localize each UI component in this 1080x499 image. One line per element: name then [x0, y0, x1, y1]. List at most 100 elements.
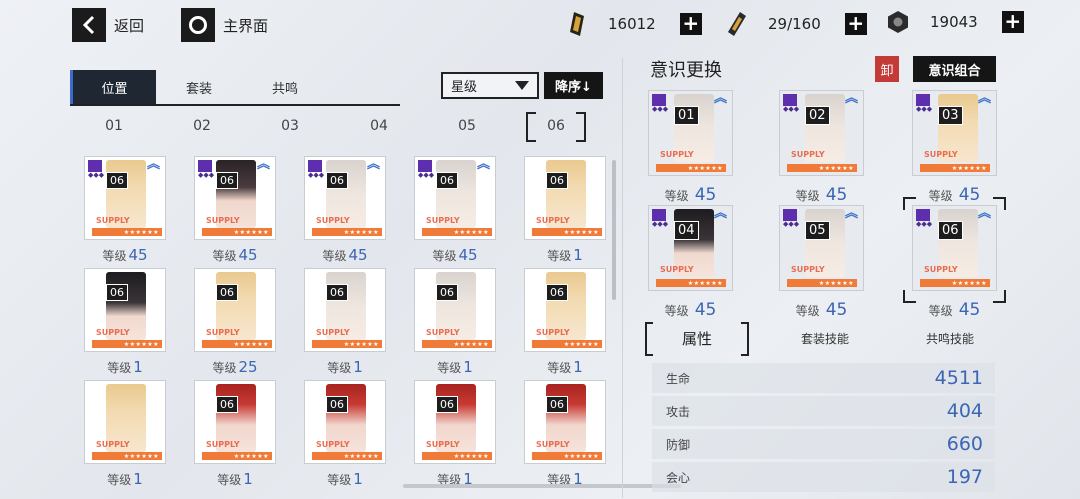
level-label: 等级 45	[84, 246, 166, 264]
tab-resonance[interactable]: 共鸣	[242, 70, 328, 104]
tab-resonance-skill[interactable]: 共鸣技能	[905, 322, 995, 354]
triangle-down-icon	[515, 81, 529, 90]
memory-card[interactable]: SUPPLY ★★★★★★ 等级 1	[84, 380, 166, 495]
column-06[interactable]: 06	[526, 112, 586, 142]
memory-card[interactable]: 06 SUPPLY ★★★★★★ 等级 1	[524, 156, 606, 271]
supply-text: SUPPLY	[791, 150, 825, 159]
memory-card[interactable]: ◆◆◆ ︽ 06 SUPPLY ★★★★★★ 等级 45	[194, 156, 276, 271]
column-02[interactable]: 02	[172, 118, 232, 134]
level-value: 45	[825, 300, 848, 320]
slot-frame: ◆◆◆ ︽ 04 SUPPLY ★★★★★★	[648, 205, 733, 291]
memory-card[interactable]: 06 SUPPLY ★★★★★★ 等级 1	[524, 380, 606, 495]
vertical-scrollbar[interactable]	[612, 160, 616, 300]
gold-bar-icon	[570, 12, 584, 36]
add-nut-button[interactable]: +	[1001, 11, 1024, 33]
supply-text: SUPPLY	[206, 216, 240, 225]
chevron-up-icon: ︽	[146, 157, 160, 172]
memory-card[interactable]: ◆◆◆ ︽ 06 SUPPLY ★★★★★★ 等级 45	[304, 156, 386, 271]
tab-position[interactable]: 位置	[70, 70, 156, 104]
chevron-up-icon: ︽	[476, 157, 490, 172]
memory-card-frame: ◆◆◆ ︽ 06 SUPPLY ★★★★★★	[84, 156, 166, 240]
level-prefix: 等级	[547, 361, 572, 375]
memory-card[interactable]: 06 SUPPLY ★★★★★★ 等级 1	[84, 268, 166, 383]
position-number: 06	[326, 172, 348, 189]
memory-card[interactable]: 06 SUPPLY ★★★★★★ 等级 1	[524, 268, 606, 383]
memory-card-frame: 06 SUPPLY ★★★★★★	[414, 268, 496, 352]
level-value: 25	[238, 358, 258, 376]
position-number: 06	[106, 172, 128, 189]
level-prefix: 等级	[327, 361, 352, 375]
equipped-slot[interactable]: ◆◆◆ ︽ 05 SUPPLY ★★★★★★ 等级 45	[779, 205, 864, 320]
memory-card[interactable]: 06 SUPPLY ★★★★★★ 等级 1	[304, 268, 386, 383]
star-stripe: ★★★★★★	[202, 452, 272, 460]
star-stripe: ★★★★★★	[312, 340, 382, 348]
back-button[interactable]: 返回	[72, 8, 144, 42]
memory-card[interactable]: 06 SUPPLY ★★★★★★ 等级 1	[414, 380, 496, 495]
diamond-icon: ◆◆◆	[418, 171, 435, 179]
supply-text: SUPPLY	[660, 150, 694, 159]
equipped-slot[interactable]: ◆◆◆ ︽ 02 SUPPLY ★★★★★★ 等级 45	[779, 90, 864, 205]
circle-icon	[181, 8, 215, 42]
memory-list-panel: 位置 套装 共鸣 星级 降序↓ 01 02 03 04 05 06 ◆◆◆ ︽ 06…	[70, 68, 615, 493]
horizontal-scrollbar[interactable]	[403, 484, 681, 488]
add-energy-button[interactable]: +	[844, 13, 867, 35]
equipped-slot[interactable]: ◆◆◆ ︽ 03 SUPPLY ★★★★★★ 等级 45	[912, 90, 997, 205]
supply-text: SUPPLY	[96, 328, 130, 337]
resource-nut: 19043 +	[886, 10, 1024, 34]
chevron-left-icon	[72, 8, 106, 42]
supply-text: SUPPLY	[660, 265, 694, 274]
level-label: 等级 45	[648, 185, 733, 205]
home-button[interactable]: 主界面	[181, 8, 268, 42]
column-03[interactable]: 03	[260, 118, 320, 134]
sort-select[interactable]: 星级	[441, 72, 539, 99]
tab-set-skill[interactable]: 套装技能	[780, 322, 870, 354]
filter-tabs: 位置 套装 共鸣	[70, 70, 400, 106]
tab-attributes[interactable]: 属性	[645, 322, 749, 356]
chevron-up-icon: ︽	[977, 206, 991, 221]
column-04[interactable]: 04	[349, 118, 409, 134]
stat-value: 660	[946, 433, 983, 455]
supply-text: SUPPLY	[536, 216, 570, 225]
column-05[interactable]: 05	[437, 118, 497, 134]
memory-card[interactable]: 06 SUPPLY ★★★★★★ 等级 1	[304, 380, 386, 495]
stat-name: 生命	[666, 371, 691, 386]
level-prefix: 等级	[217, 473, 242, 487]
supply-text: SUPPLY	[426, 328, 460, 337]
level-value: 45	[694, 300, 717, 320]
stat-name: 防御	[666, 437, 691, 452]
unload-button[interactable]: 卸	[875, 56, 899, 82]
sort-order-button[interactable]: 降序↓	[544, 72, 603, 99]
level-label: 等级 45	[779, 185, 864, 205]
memory-combo-button[interactable]: 意识组合	[913, 56, 996, 82]
memory-card[interactable]: 06 SUPPLY ★★★★★★ 等级 25	[194, 268, 276, 383]
add-gold-button[interactable]: +	[679, 13, 702, 35]
memory-card-frame: ◆◆◆ ︽ 06 SUPPLY ★★★★★★	[304, 156, 386, 240]
level-prefix: 等级	[437, 361, 462, 375]
resource-value: 29/160	[768, 15, 821, 33]
level-prefix: 等级	[102, 249, 127, 263]
memory-card[interactable]: 06 SUPPLY ★★★★★★ 等级 1	[414, 268, 496, 383]
diamond-icon: ◆◆◆	[88, 171, 105, 179]
level-value: 1	[353, 358, 363, 376]
star-stripe: ★★★★★★	[312, 452, 382, 460]
level-value: 45	[238, 246, 258, 264]
level-value: 1	[463, 358, 473, 376]
equipped-slot[interactable]: ◆◆◆ ︽ 01 SUPPLY ★★★★★★ 等级 45	[648, 90, 733, 205]
slot-frame: ◆◆◆ ︽ 02 SUPPLY ★★★★★★	[779, 90, 864, 176]
level-value: 45	[458, 246, 478, 264]
equipped-slot[interactable]: ◆◆◆ ︽ 06 SUPPLY ★★★★★★ 等级 45	[903, 197, 1006, 320]
memory-card-frame: 06 SUPPLY ★★★★★★	[304, 268, 386, 352]
tab-set[interactable]: 套装	[156, 70, 242, 104]
memory-card[interactable]: 06 SUPPLY ★★★★★★ 等级 1	[194, 380, 276, 495]
memory-card[interactable]: ◆◆◆ ︽ 06 SUPPLY ★★★★★★ 等级 45	[84, 156, 166, 271]
resource-value: 19043	[930, 13, 978, 31]
position-number: 06	[216, 172, 238, 189]
memory-card-frame: SUPPLY ★★★★★★	[84, 380, 166, 464]
equipped-slot[interactable]: ◆◆◆ ︽ 04 SUPPLY ★★★★★★ 等级 45	[648, 205, 733, 320]
detail-tabs: 属性 套装技能 共鸣技能	[645, 322, 995, 356]
sort-select-value: 星级	[451, 80, 478, 95]
column-01[interactable]: 01	[84, 118, 144, 134]
slot-frame: ◆◆◆ ︽ 03 SUPPLY ★★★★★★	[912, 90, 997, 176]
memory-card[interactable]: ◆◆◆ ︽ 06 SUPPLY ★★★★★★ 等级 45	[414, 156, 496, 271]
chevron-up-icon: ︽	[844, 206, 858, 221]
